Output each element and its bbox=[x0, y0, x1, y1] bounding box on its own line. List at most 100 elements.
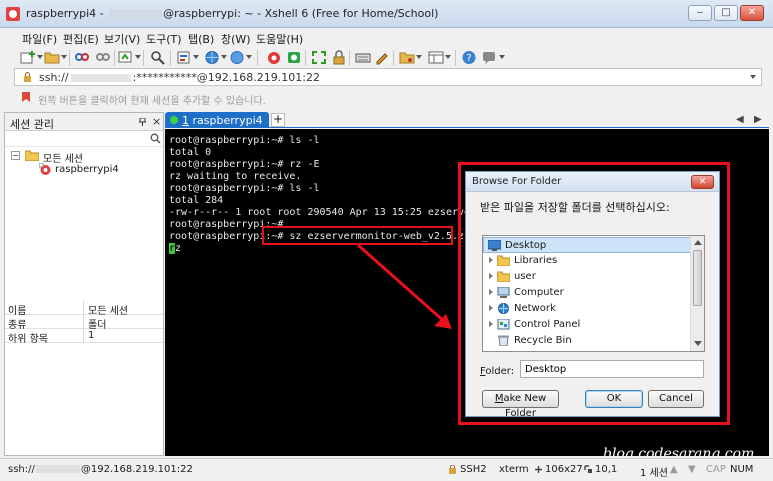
expand-arrow-icon[interactable] bbox=[489, 273, 493, 279]
folder-item-desktop[interactable]: Desktop bbox=[483, 237, 691, 253]
pin-icon[interactable] bbox=[139, 118, 146, 126]
cancel-button[interactable]: Cancel bbox=[648, 390, 704, 408]
status-scroll-up-icon: ▲ bbox=[670, 464, 678, 475]
make-new-rest: ake New Folder bbox=[503, 393, 547, 419]
property-key: 하위 항목 bbox=[8, 334, 48, 345]
folder-tree[interactable]: Desktop Libraries user Computer Network … bbox=[482, 235, 705, 352]
terminal-line: rz waiting to receive. bbox=[169, 171, 302, 182]
cursor-position-icon bbox=[584, 465, 592, 473]
folder-tree-scrollbar[interactable] bbox=[690, 236, 704, 351]
chat-dropdown-icon[interactable] bbox=[499, 55, 505, 59]
keyboard-icon[interactable] bbox=[355, 50, 371, 65]
expand-arrow-icon[interactable] bbox=[489, 321, 493, 327]
expand-arrow-icon[interactable] bbox=[489, 257, 493, 263]
search-icon[interactable] bbox=[150, 133, 161, 144]
status-num-lock: NUM bbox=[730, 464, 754, 475]
properties-icon[interactable] bbox=[176, 50, 192, 65]
ok-button[interactable]: OK bbox=[585, 390, 643, 408]
color-scheme-icon[interactable] bbox=[229, 50, 245, 65]
user-folder-icon bbox=[497, 271, 510, 282]
expand-arrow-icon[interactable] bbox=[489, 305, 493, 311]
scroll-thumb[interactable] bbox=[693, 250, 702, 306]
open-folder-icon[interactable] bbox=[44, 50, 60, 65]
fullscreen-icon[interactable] bbox=[311, 50, 327, 65]
chat-icon[interactable] bbox=[481, 50, 497, 65]
address-bar[interactable]: ssh://:***********@192.168.219.101:22 bbox=[14, 68, 762, 86]
dialog-close-button[interactable]: ✕ bbox=[691, 175, 714, 189]
tab-name: raspberrypi4 bbox=[192, 114, 263, 127]
toolbar-separator bbox=[349, 50, 350, 66]
xftp-icon[interactable] bbox=[266, 50, 282, 65]
collapse-icon[interactable]: − bbox=[11, 151, 20, 160]
status-bar: ssh:// @192.168.219.101:22 SSH2 xterm 106… bbox=[0, 458, 773, 481]
title-bar: raspberrypi4 - @raspberrypi: ~ - Xshell … bbox=[0, 0, 773, 28]
title-rest: @raspberrypi: ~ - Xshell 6 (Free for Hom… bbox=[163, 7, 439, 20]
folder-item-libraries[interactable]: Libraries bbox=[483, 253, 691, 269]
xshell-logo-icon bbox=[6, 7, 20, 21]
terminal-line: root@raspberrypi:~# ls -l bbox=[169, 135, 320, 146]
scroll-up-icon[interactable] bbox=[694, 240, 702, 245]
menu-file[interactable]: 파일(F) bbox=[22, 31, 57, 47]
properties-dropdown-icon[interactable] bbox=[193, 55, 199, 59]
close-button[interactable]: ✕ bbox=[740, 5, 764, 21]
bookmark-icon[interactable] bbox=[21, 91, 31, 103]
session-panel-header: 세션 관리 × bbox=[5, 113, 163, 131]
xmanager-icon[interactable] bbox=[286, 50, 302, 65]
terminal-line: total 0 bbox=[169, 147, 212, 158]
find-icon[interactable] bbox=[150, 50, 166, 65]
terminal-line: -rw-r--r-- 1 root root 290540 Apr 13 15:… bbox=[169, 207, 489, 218]
script-folder-icon[interactable] bbox=[399, 50, 415, 65]
make-new-folder-button[interactable]: Make New Folder bbox=[482, 390, 559, 419]
folder-item-recycle-bin[interactable]: Recycle Bin bbox=[483, 333, 691, 349]
menu-window[interactable]: 창(W) bbox=[221, 31, 251, 47]
address-dropdown-icon[interactable] bbox=[750, 75, 756, 79]
toolbar-separator bbox=[114, 50, 115, 66]
folder-item-user[interactable]: user bbox=[483, 269, 691, 285]
tab-prev-icon[interactable]: ◀ bbox=[736, 114, 744, 125]
session-search-box[interactable] bbox=[5, 131, 163, 147]
address-text: ssh://:***********@192.168.219.101:22 bbox=[39, 71, 320, 84]
menu-edit[interactable]: 편집(E) bbox=[63, 31, 99, 47]
folder-item-control-panel[interactable]: Control Panel bbox=[483, 317, 691, 333]
folder-input[interactable] bbox=[520, 360, 704, 378]
layout-icon[interactable] bbox=[428, 50, 444, 65]
watermark-text: blog.codesarang.com bbox=[603, 446, 755, 456]
maximize-button[interactable]: □ bbox=[714, 5, 738, 21]
menu-view[interactable]: 보기(V) bbox=[104, 31, 140, 47]
folder-item-network[interactable]: Network bbox=[483, 301, 691, 317]
reconnect-icon[interactable] bbox=[118, 50, 134, 65]
session-panel-close-button[interactable]: × bbox=[152, 115, 161, 128]
folder-label: Libraries bbox=[514, 255, 558, 266]
menu-help[interactable]: 도움말(H) bbox=[256, 31, 303, 47]
disconnect-icon[interactable] bbox=[95, 50, 111, 65]
layout-dropdown-icon[interactable] bbox=[445, 55, 451, 59]
connect-icon[interactable] bbox=[74, 50, 90, 65]
scroll-down-icon[interactable] bbox=[694, 341, 702, 346]
menu-tab[interactable]: 탭(B) bbox=[188, 31, 214, 47]
folder-label-rest: older: bbox=[485, 366, 515, 377]
tab-next-icon[interactable]: ▶ bbox=[754, 114, 762, 125]
status-terminal-type: xterm bbox=[499, 464, 529, 475]
folder-item-computer[interactable]: Computer bbox=[483, 285, 691, 301]
tab-raspberrypi4[interactable]: 1 raspberrypi4 bbox=[165, 112, 269, 128]
lock-icon[interactable] bbox=[331, 50, 347, 65]
add-tab-button[interactable]: + bbox=[271, 113, 285, 127]
new-session-dropdown-icon[interactable] bbox=[37, 55, 43, 59]
expand-arrow-icon[interactable] bbox=[489, 289, 493, 295]
color-scheme-dropdown-icon[interactable] bbox=[246, 55, 252, 59]
globe-icon[interactable] bbox=[204, 50, 220, 65]
minimize-button[interactable]: ‒ bbox=[688, 5, 712, 21]
libraries-icon bbox=[497, 255, 510, 266]
menu-tools[interactable]: 도구(T) bbox=[146, 31, 182, 47]
help-icon[interactable]: ? bbox=[461, 50, 477, 65]
session-manager-panel: 세션 관리 × − 모든 세션 raspberrypi4 이름 모든 세션 종류… bbox=[4, 112, 164, 456]
new-session-icon[interactable] bbox=[20, 50, 36, 65]
globe-dropdown-icon[interactable] bbox=[221, 55, 227, 59]
address-suffix: :***********@192.168.219.101:22 bbox=[132, 71, 320, 84]
folder-label: Control Panel bbox=[514, 319, 581, 330]
open-dropdown-icon[interactable] bbox=[61, 55, 67, 59]
status-caps-lock: CAP bbox=[706, 464, 726, 475]
reconnect-dropdown-icon[interactable] bbox=[135, 55, 141, 59]
compose-icon[interactable] bbox=[374, 50, 390, 65]
script-dropdown-icon[interactable] bbox=[416, 55, 422, 59]
